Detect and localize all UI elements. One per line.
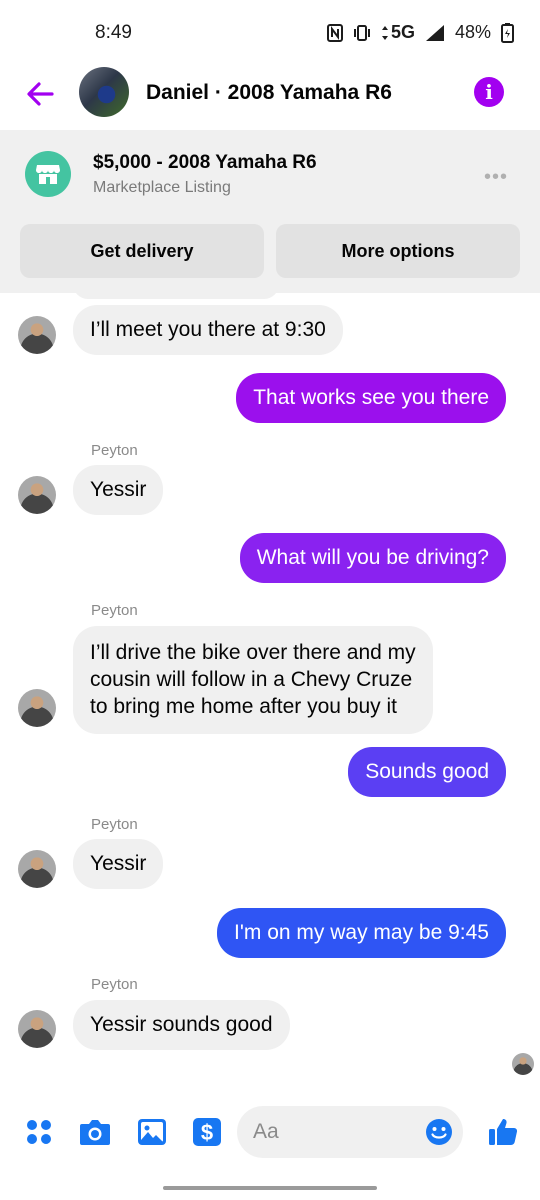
back-button[interactable] [24, 78, 56, 110]
arrow-left-icon [27, 82, 54, 106]
info-button[interactable]: i [474, 77, 504, 107]
status-time: 8:49 [95, 22, 132, 43]
contact-title[interactable]: Daniel · 2008 Yamaha R6 [146, 81, 392, 105]
gallery-button[interactable] [135, 1115, 169, 1149]
message-line: to bring me home after you buy it [90, 695, 397, 718]
message-line: I’ll drive the bike over there and my [90, 641, 416, 664]
network-type: 5G [390, 22, 415, 42]
message-bubble-outgoing[interactable]: That works see you there [236, 373, 506, 423]
conversation-header: Daniel · 2008 Yamaha R6 i [0, 64, 540, 130]
camera-icon [80, 1120, 110, 1145]
sender-avatar[interactable] [18, 316, 56, 354]
four-dots-icon [27, 1120, 51, 1144]
message-composer: $ [0, 1100, 540, 1166]
sender-name: Peyton [91, 816, 138, 833]
contact-avatar[interactable] [79, 67, 129, 117]
message-input[interactable] [253, 1117, 413, 1147]
store-icon [25, 151, 71, 197]
sender-name: Peyton [91, 442, 138, 459]
message-input-box[interactable] [237, 1106, 463, 1158]
payment-button[interactable]: $ [190, 1115, 224, 1149]
thumbs-up-icon [489, 1119, 518, 1145]
image-icon [138, 1119, 166, 1145]
vibrate-icon [353, 24, 371, 42]
battery-percent: 48% [454, 22, 491, 42]
like-button[interactable] [486, 1115, 520, 1149]
info-icon: i [485, 80, 493, 104]
message-bubble-incoming[interactable]: I’ll drive the bike over there and my co… [73, 626, 433, 734]
message-line: cousin will follow in a Chevy Cruze [90, 668, 413, 691]
nfc-icon [326, 23, 343, 42]
smiley-icon [426, 1119, 452, 1145]
status-icons: 5G 48% [326, 22, 514, 43]
message-bubble-incoming[interactable]: Yessir sounds good [73, 1000, 290, 1050]
sender-avatar[interactable] [18, 1010, 56, 1048]
data-arrows-icon [381, 25, 389, 41]
message-thread[interactable]: I’ll meet you there at 9:30 That works s… [0, 293, 540, 1090]
menu-button[interactable] [22, 1115, 56, 1149]
home-indicator[interactable] [163, 1186, 377, 1190]
signal-icon [425, 24, 445, 42]
battery-icon [501, 22, 514, 43]
sender-avatar[interactable] [18, 689, 56, 727]
svg-text:$: $ [201, 1120, 213, 1145]
message-bubble-outgoing[interactable]: What will you be driving? [239, 533, 506, 583]
marketplace-listing-panel: $5,000 - 2008 Yamaha R6 Marketplace List… [0, 130, 540, 293]
listing-subtitle: Marketplace Listing [93, 179, 231, 196]
message-bubble-incoming[interactable]: I’ll meet you there at 9:30 [73, 305, 343, 355]
sender-avatar[interactable] [18, 476, 56, 514]
message-bubble-outgoing[interactable]: I'm on my way may be 9:45 [217, 908, 506, 958]
status-bar: 8:49 5G 48% [0, 0, 540, 64]
message-bubble-incoming[interactable]: Yessir [73, 465, 164, 515]
camera-button[interactable] [78, 1115, 112, 1149]
message-bubble-outgoing[interactable]: Sounds good [348, 747, 506, 797]
emoji-button[interactable] [425, 1118, 453, 1146]
sender-name: Peyton [91, 976, 138, 993]
listing-title[interactable]: $5,000 - 2008 Yamaha R6 [93, 152, 317, 174]
sender-avatar[interactable] [18, 850, 56, 888]
listing-more-button[interactable]: ••• [484, 166, 508, 189]
get-delivery-button[interactable]: Get delivery [20, 224, 264, 278]
dollar-icon: $ [193, 1118, 221, 1146]
message-bubble-partial [73, 293, 279, 299]
read-receipt-avatar [512, 1053, 534, 1075]
more-options-button[interactable]: More options [276, 224, 520, 278]
message-bubble-incoming[interactable]: Yessir [73, 839, 164, 889]
sender-name: Peyton [91, 602, 138, 619]
